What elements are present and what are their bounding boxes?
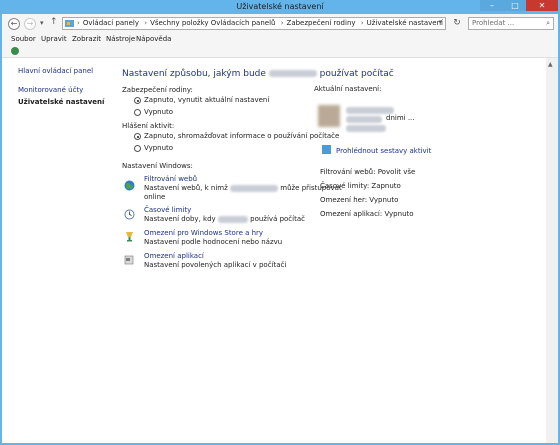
recent-dropdown-icon[interactable]: ▾ [40,19,44,27]
redacted-username [268,70,317,77]
vertical-scrollbar[interactable]: ▲ [546,58,558,443]
family-safety-off-radio[interactable] [134,109,141,116]
redacted-username [217,215,248,223]
activity-reporting-off-radio[interactable] [134,145,141,152]
search-placeholder: Prohledat ... [472,19,515,27]
address-dropdown-icon[interactable]: ▾ [438,18,442,26]
breadcrumb-item[interactable]: Všechny položky Ovládacích panelů [150,19,275,27]
report-icon [322,145,331,154]
time-limits-desc: Nastavení doby, kdy používá počítač [144,215,305,223]
breadcrumb-item[interactable]: Ovládací panely [83,19,139,27]
family-safety-off-label[interactable]: Vypnuto [144,108,173,116]
close-button[interactable]: ✕ [526,0,558,11]
control-panel-icon [65,20,74,27]
menu-napoveda[interactable]: Nápověda [136,35,171,43]
user-info-suffix: dnimi ... [386,114,415,122]
navigation-bar: ← → ▾ ↑ › Ovládací panely › Všechny položk… [2,14,558,34]
stat-time-limits: Časové limity: Zapnuto [320,182,401,190]
app-restrictions-link[interactable]: Omezení aplikací [144,252,204,260]
back-button[interactable]: ← [8,18,20,30]
globe-icon [124,180,135,191]
view-activity-reports-link[interactable]: Prohlédnout sestavy aktivit [336,147,431,155]
window: Uživatelské nastavení – □ ✕ ← → ▾ ↑ › Ovl… [0,0,560,445]
redacted-account-type [346,116,382,123]
up-button[interactable]: ↑ [50,17,58,27]
activity-reporting-on-radio[interactable] [134,133,141,140]
clock-icon [124,209,135,220]
maximize-button[interactable]: □ [504,0,526,11]
help-icon[interactable] [11,47,19,55]
search-input[interactable]: Prohledat ... ⌕ [468,17,554,30]
avatar [318,105,340,127]
redacted-password-status [346,125,386,132]
web-filtering-link[interactable]: Filtrování webů [144,175,197,183]
sidebar: Hlavní ovládací panel Monitorované účty … [2,58,105,443]
stat-app-restrictions: Omezení aplikací: Vypnuto [320,210,414,218]
sidebar-item-control-panel-home[interactable]: Hlavní ovládací panel [18,67,93,75]
windows-settings-label: Nastavení Windows: [122,162,193,170]
activity-reporting-off-label[interactable]: Vypnuto [144,144,173,152]
menu-nastroje[interactable]: Nástroje [106,35,135,43]
trophy-icon [126,232,133,242]
time-limits-link[interactable]: Časové limity [144,206,191,214]
breadcrumb: › Ovládací panely › Všechny položky Ovláda… [77,19,443,27]
store-games-link[interactable]: Omezení pro Windows Store a hry [144,229,263,237]
menu-soubor[interactable]: Soubor [11,35,36,43]
menu-zobrazit[interactable]: Zobrazit [72,35,101,43]
app-lock-icon [124,255,134,265]
redacted-username [230,184,279,192]
web-filtering-desc: Nastavení webů, k nimž může přistupovat [144,184,342,192]
current-settings-label: Aktuální nastavení: [314,85,382,93]
family-safety-label: Zabezpečení rodiny: [122,86,193,94]
stat-game-restrictions: Omezení her: Vypnuto [320,196,399,204]
sidebar-item-user-settings: Uživatelské nastavení [18,98,105,106]
title-bar: Uživatelské nastavení – □ ✕ [0,0,560,14]
menu-upravit[interactable]: Upravit [41,35,67,43]
family-safety-on-radio[interactable] [134,97,141,104]
address-bar[interactable]: › Ovládací panely › Všechny položky Ovláda… [62,17,446,30]
content-area: Hlavní ovládací panel Monitorované účty … [2,58,558,443]
window-title: Uživatelské nastavení [236,2,324,11]
breadcrumb-item[interactable]: Uživatelské nastavení [367,19,443,27]
stat-web-filtering: Filtrování webů: Povolit vše [320,168,416,176]
toolbar [2,45,558,58]
store-games-desc: Nastavení podle hodnocení nebo názvu [144,238,283,246]
page-title: Nastavení způsobu, jakým bude používat p… [122,69,394,79]
scroll-up-icon[interactable]: ▲ [548,61,553,68]
minimize-button[interactable]: – [480,0,504,11]
sidebar-item-monitored-accounts[interactable]: Monitorované účty [18,86,83,94]
breadcrumb-item[interactable]: Zabezpečení rodiny [287,19,356,27]
web-filtering-desc-line2: online [144,193,166,201]
activity-reporting-label: Hlášení aktivit: [122,122,175,130]
forward-button[interactable]: → [24,18,36,30]
redacted-username [346,107,394,114]
family-safety-on-label[interactable]: Zapnuto, vynutit aktuální nastavení [144,96,269,104]
activity-reporting-on-label[interactable]: Zapnuto, shromažďovat informace o použív… [144,132,339,140]
search-icon: ⌕ [546,19,550,27]
app-restrictions-desc: Nastavení povolených aplikací v počítači [144,261,287,269]
menu-bar: Soubor Upravit Zobrazit Nástroje Nápověd… [2,34,558,45]
refresh-button[interactable]: ↻ [451,17,463,30]
